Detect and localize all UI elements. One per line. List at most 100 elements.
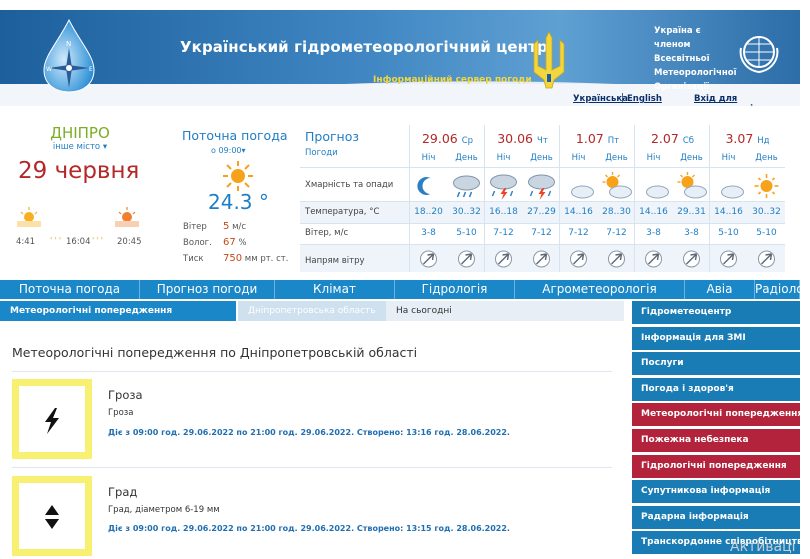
current-time-dropdown[interactable]: о 09:00▾ [211, 146, 246, 155]
nav-item[interactable]: Радіологія [755, 280, 810, 299]
warning-validity: Діє з 09:00 год. 29.06.2022 по 21:00 год… [108, 524, 510, 533]
city-name: ДНІПРО [50, 124, 110, 142]
day-label: День [605, 153, 628, 163]
temperature-range: 18..20 [414, 207, 443, 217]
forecast-day-column: 2.07 Сб Ніч 14..16 3-8 День 29..31 3-8 [634, 125, 709, 272]
login-link[interactable]: Вхід для користувачів [694, 94, 800, 106]
row-label-wind: Вітер, м/с [305, 228, 349, 238]
nav-item[interactable]: Агрометеорологія [515, 280, 685, 299]
wind-speed: 5-10 [456, 228, 477, 238]
forecast-day-date: 2.07 Сб [650, 131, 694, 146]
sunrise-time: 4:41 [16, 237, 36, 247]
wmo-logo-icon[interactable] [735, 28, 783, 76]
sun-icon [223, 161, 253, 191]
sidebar-item[interactable]: Гідрологічні попередження [632, 454, 800, 478]
lang-ukrainian-link[interactable]: Українська [573, 94, 628, 104]
day-label: День [680, 153, 703, 163]
day-label: День [755, 153, 778, 163]
row-label-temp: Температура, °C [305, 207, 380, 217]
nav-item[interactable]: Авіа [685, 280, 755, 299]
wmo-member-text: Україна є членом Всесвітньої Метеорологі… [654, 26, 737, 92]
night-label: Ніч [646, 153, 661, 163]
wind-direction-icon [410, 249, 447, 269]
nav-item[interactable]: Клімат [275, 280, 395, 299]
lang-separator: | [621, 93, 625, 103]
sidebar-item[interactable]: Гідрометеоцентр [632, 301, 800, 324]
site-subtitle: Інформаційний сервер погоди [373, 75, 532, 85]
lightning-icon [45, 408, 59, 434]
sun-cloud-icon [598, 170, 635, 202]
wind-direction-icon [523, 249, 560, 269]
sidebar-item[interactable]: Погода і здоров'я [632, 377, 800, 401]
current-temperature: 24.3 ° [208, 190, 269, 214]
warning-description: Гроза [108, 408, 134, 418]
wind-speed: 5-10 [718, 228, 739, 238]
current-params: Вітер 5 м/с Волог. 67 % Тиск 750 мм рт. ст. [183, 221, 289, 264]
wind-speed: 7-12 [493, 228, 514, 238]
storm-icon [485, 170, 522, 202]
svg-text:W: W [46, 66, 52, 73]
nav-item[interactable]: Прогноз погоди [140, 280, 275, 299]
site-title: Український гідрометеорологічний центр [180, 38, 548, 56]
sidebar-item[interactable]: Радарна інформація [632, 505, 800, 529]
lang-english-link[interactable]: English [627, 94, 662, 104]
warning-icon-box [12, 379, 92, 459]
tab-region[interactable]: Дніпропетровська область [238, 301, 386, 321]
current-weather-title[interactable]: Поточна погода [182, 128, 288, 143]
forecast-day-date: 29.06 Ср [421, 131, 474, 146]
warning-validity: Діє з 09:00 год. 29.06.2022 по 21:00 год… [108, 428, 510, 437]
sidebar-item[interactable]: Супутникова інформація [632, 480, 800, 504]
wind-speed: 7-12 [531, 228, 552, 238]
temperature-range: 16..18 [489, 207, 518, 217]
site-header: N W E Український гідрометеорологічний ц… [0, 10, 800, 106]
sidebar-item[interactable]: Інформація для ЗМІ [632, 326, 800, 350]
sidebar-item[interactable]: Метеорологічні попередження [632, 403, 800, 427]
temperature-range: 14..16 [714, 207, 743, 217]
night-label: Ніч [496, 153, 511, 163]
nav-item[interactable]: Поточна погода [0, 280, 140, 299]
wind-direction-icon [635, 249, 672, 269]
tab-today[interactable]: На сьогодні [386, 301, 624, 321]
nav-item[interactable]: Гідрологія [395, 280, 515, 299]
temperature-range: 14..16 [564, 207, 593, 217]
sidebar-item[interactable]: Пожежна небезпека [632, 428, 800, 452]
wind-direction-icon [710, 249, 747, 269]
other-city-dropdown[interactable]: інше місто ▾ [10, 142, 150, 152]
row-label-direction: Напрям вітру [305, 256, 365, 266]
moon-icon [410, 170, 447, 202]
day-label: День [530, 153, 553, 163]
row-label-clouds: Хмарність та опади [305, 180, 394, 190]
night-label: Ніч [421, 153, 436, 163]
wind-direction-icon [748, 249, 785, 269]
current-date: 29 червня [18, 158, 140, 184]
wind-speed: 7-12 [606, 228, 627, 238]
svg-text:N: N [66, 40, 71, 48]
wind-speed: 3-8 [421, 228, 436, 238]
svg-text:‹ ‹ ‹: ‹ ‹ ‹ [50, 235, 61, 242]
day-length: 16:04 [66, 237, 91, 247]
chevron-down-icon: ▾ [241, 146, 246, 155]
temperature-range: 30..32 [452, 207, 481, 217]
day-label: День [455, 153, 478, 163]
svg-text:E: E [89, 66, 93, 73]
night-label: Ніч [721, 153, 736, 163]
warning-title: Гроза [108, 388, 143, 402]
moon-cloud-icon [560, 170, 597, 202]
coat-of-arms-icon [533, 31, 565, 89]
tab-meteo-warnings[interactable]: Метеорологічні попередження [0, 301, 236, 321]
water-drop-logo-icon[interactable]: N W E [40, 18, 98, 94]
warning-title: Град [108, 485, 138, 499]
sidebar-item[interactable]: Послуги [632, 352, 800, 376]
city-block: ДНІПРО інше місто ▾ [10, 124, 150, 152]
main-nav: Поточна погода Прогноз погоди Клімат Гідрол… [0, 280, 810, 299]
forecast-title[interactable]: Прогноз [305, 129, 359, 144]
forecast-day-column: 3.07 Нд Ніч 14..16 5-10 День 30..32 5-10 [709, 125, 784, 272]
temperature-range: 30..32 [752, 207, 781, 217]
sidebar: Гідрометеоцентр Інформація для ЗМІ Послуги… [632, 301, 800, 557]
moon-cloud-icon [635, 170, 672, 202]
divider [12, 467, 612, 468]
temperature-range: 27..29 [527, 207, 556, 217]
warning-tabs: Метеорологічні попередження Дніпропетров… [0, 301, 624, 321]
forecast-subtitle: Погоди [305, 148, 338, 158]
hail-icon [45, 505, 59, 529]
